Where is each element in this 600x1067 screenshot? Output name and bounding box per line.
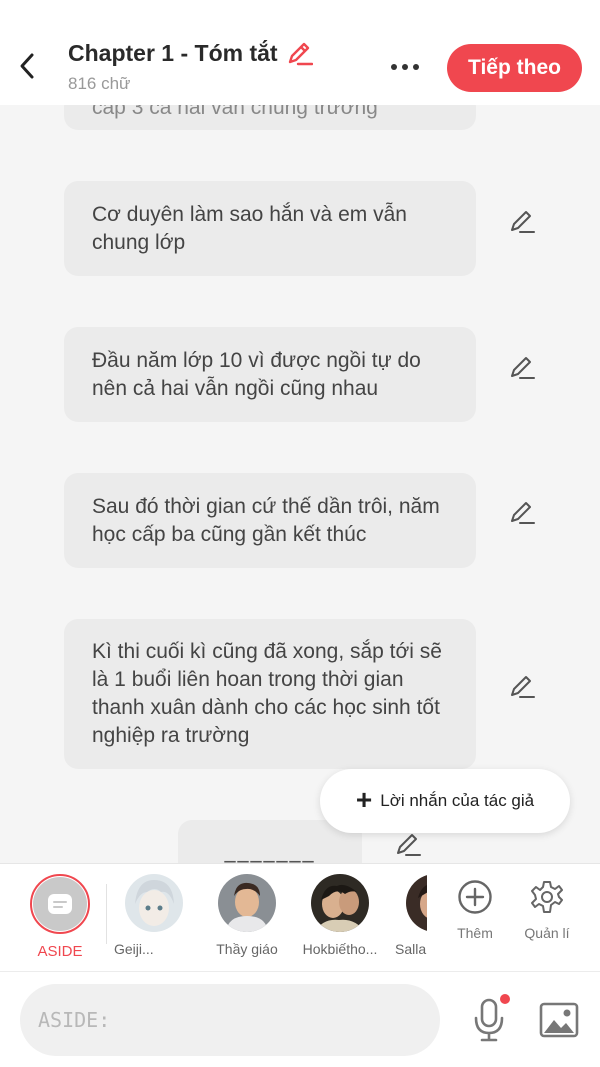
top-bar: Chapter 1 - Tóm tắt 816 chữ Tiếp theo <box>0 0 600 105</box>
message-text: Cơ duyên làm sao hắn và em vẫn chung lớp <box>92 202 407 254</box>
message-text: Sau đó thời gian cứ thế dần trôi, năm họ… <box>92 494 440 546</box>
message-bubble[interactable]: Cơ duyên làm sao hắn và em vẫn chung lớp <box>64 181 476 276</box>
aside-label: ASIDE <box>37 943 83 960</box>
message-text: Kì thi cuối kì cũng đã xong, sắp tới sẽ … <box>92 640 442 747</box>
message-text: cấp 3 cả hai vẫn chung trường <box>92 105 378 119</box>
edit-message-button[interactable] <box>505 351 537 383</box>
avatar <box>311 874 369 932</box>
plus-circle-icon <box>458 880 492 914</box>
character-bar: ASIDE Geiji... Thầy giáo Hokbiếtho... Sa… <box>0 863 600 971</box>
message-text: _______ <box>224 837 316 863</box>
edit-message-button[interactable] <box>505 670 537 702</box>
insert-image-button[interactable] <box>536 998 582 1042</box>
character-name: Geiji... <box>114 941 154 957</box>
story-message-list[interactable]: cấp 3 cả hai vẫn chung trường Cơ duyên l… <box>0 105 600 863</box>
author-note-label: Lời nhắn của tác giả <box>380 791 535 810</box>
chevron-left-icon <box>20 53 34 79</box>
message-bubble[interactable]: cấp 3 cả hai vẫn chung trường <box>64 105 476 130</box>
message-bubble[interactable]: Kì thi cuối kì cũng đã xong, sắp tới sẽ … <box>64 619 476 769</box>
manage-label: Quản lí <box>524 925 570 941</box>
add-label: Thêm <box>457 925 493 941</box>
character-name: Salla <box>395 941 427 957</box>
character-thay-giao[interactable]: Thầy giáo <box>207 874 287 957</box>
pencil-icon <box>511 676 535 698</box>
character-geiji[interactable]: Geiji... <box>114 874 194 957</box>
pencil-icon <box>511 211 535 233</box>
divider <box>106 884 107 944</box>
manage-characters-button[interactable]: Quản lí <box>512 878 582 941</box>
character-hokbietho[interactable]: Hokbiếtho... <box>300 874 380 957</box>
message-input[interactable] <box>20 984 440 1056</box>
aside-character-button[interactable]: ASIDE <box>30 874 90 960</box>
author-note-button[interactable]: + Lời nhắn của tác giả <box>320 769 570 833</box>
message-bubble[interactable]: Đầu năm lớp 10 vì được ngồi tự do nên cả… <box>64 327 476 422</box>
message-text: Đầu năm lớp 10 vì được ngồi tự do nên cả… <box>92 348 421 400</box>
composer <box>0 971 600 1067</box>
chapter-title: Chapter 1 - Tóm tắt <box>68 39 278 66</box>
character-name: Hokbiếtho... <box>302 941 378 957</box>
pencil-icon <box>511 502 535 524</box>
character-salla[interactable]: Salla <box>393 874 427 957</box>
more-dots-icon <box>391 64 397 70</box>
chat-bubble-icon <box>48 894 72 914</box>
pencil-icon <box>511 357 535 379</box>
edit-title-button[interactable] <box>284 38 314 68</box>
message-bubble[interactable]: Sau đó thời gian cứ thế dần trôi, năm họ… <box>64 473 476 568</box>
character-name: Thầy giáo <box>216 941 278 957</box>
title-area: Chapter 1 - Tóm tắt 816 chữ <box>68 38 314 94</box>
voice-input-button[interactable] <box>466 994 512 1046</box>
gear-icon <box>531 881 563 913</box>
more-options-button[interactable] <box>384 50 426 84</box>
avatar <box>406 874 427 932</box>
notification-dot <box>500 994 510 1004</box>
avatar <box>125 874 183 932</box>
plus-icon: + <box>355 783 373 815</box>
pencil-icon <box>397 834 421 856</box>
avatar <box>218 874 276 932</box>
back-button[interactable] <box>10 46 44 86</box>
pencil-icon <box>288 42 313 66</box>
image-icon <box>539 1002 579 1038</box>
next-chapter-button[interactable]: Tiếp theo <box>447 44 582 92</box>
edit-message-button[interactable] <box>505 496 537 528</box>
word-count: 816 chữ <box>68 74 131 93</box>
edit-message-button[interactable] <box>505 205 537 237</box>
add-character-button[interactable]: Thêm <box>440 878 510 941</box>
microphone-icon <box>474 998 504 1042</box>
